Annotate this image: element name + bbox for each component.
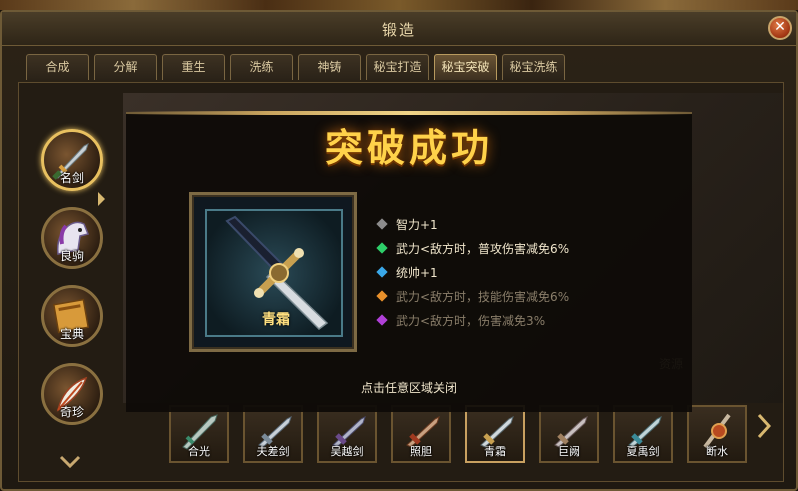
category-label: 宝典 (59, 327, 84, 341)
tab-treasure-refine[interactable]: 秘宝洗练 (502, 54, 565, 80)
attribute-row: 武力<敌方时，普攻伤害减免6% (376, 236, 569, 260)
close-hint[interactable]: 点击任意区域关闭 (126, 379, 692, 396)
item-slot[interactable]: 断水 (687, 405, 747, 463)
slot-label: 断水 (706, 445, 728, 458)
tab-rebirth[interactable]: 重生 (162, 54, 225, 80)
item-display-frame: 青霜 (189, 192, 357, 352)
gem-icon (376, 314, 388, 326)
item-slot[interactable]: 巨阙 (539, 405, 599, 463)
tab-bar: 合成 分解 重生 洗练 神铸 秘宝打造 秘宝突破 秘宝洗练 (26, 54, 565, 80)
gem-icon (376, 242, 388, 254)
attribute-text: 武力<敌方时，技能伤害减免6% (396, 289, 570, 304)
item-slot[interactable]: 照胆 (391, 405, 451, 463)
tab-treasure-breakthrough[interactable]: 秘宝突破 (434, 54, 497, 80)
popup-title: 突破成功 (324, 125, 493, 170)
item-slot-selected[interactable]: 青霜 (465, 405, 525, 463)
tab-treasure-forge[interactable]: 秘宝打造 (366, 54, 429, 80)
popup-top-ornament (126, 111, 692, 115)
attribute-text: 武力<敌方时，普攻伤害减免6% (396, 241, 570, 256)
slot-label: 夏禹剑 (626, 445, 660, 458)
item-slot[interactable]: 夫差剑 (243, 405, 303, 463)
attribute-text: 武力<敌方时，伤害减免3% (396, 313, 546, 328)
category-book[interactable]: 宝典 (41, 285, 103, 347)
item-slot[interactable]: 夏禹剑 (613, 405, 673, 463)
title-bar: 锻造 ✕ (2, 12, 796, 46)
window-title: 锻造 (381, 21, 416, 39)
gem-icon (376, 266, 388, 278)
category-treasure[interactable]: 奇珍 (41, 363, 103, 425)
item-slot[interactable]: 吴越剑 (317, 405, 377, 463)
slot-label: 合光 (188, 445, 210, 458)
gem-icon (376, 218, 388, 230)
top-decor-strip (0, 0, 798, 10)
close-button[interactable]: ✕ (768, 16, 792, 40)
attribute-list: 智力+1 武力<敌方时，普攻伤害减免6% 统帅+1 武力<敌方时，技能伤害减免6… (376, 212, 569, 332)
tab-synthesize[interactable]: 合成 (26, 54, 89, 80)
close-icon: ✕ (774, 19, 786, 35)
tab-decompose[interactable]: 分解 (94, 54, 157, 80)
item-portrait: 青霜 (205, 209, 343, 337)
category-label: 良驹 (59, 249, 84, 263)
tab-refine[interactable]: 洗练 (230, 54, 293, 80)
attribute-row: 统帅+1 (376, 260, 569, 284)
item-slot[interactable]: 合光 (169, 405, 229, 463)
gem-icon (376, 290, 388, 302)
attribute-text: 智力+1 (396, 217, 438, 232)
attribute-row: 武力<敌方时，伤害减免3% (376, 308, 569, 332)
tab-divine-cast[interactable]: 神铸 (298, 54, 361, 80)
attribute-text: 统帅+1 (396, 265, 438, 280)
slot-label: 吴越剑 (330, 445, 364, 458)
category-horse[interactable]: 良驹 (41, 207, 103, 269)
category-label: 名剑 (59, 171, 84, 185)
item-name: 青霜 (262, 312, 290, 328)
attribute-row: 武力<敌方时，技能伤害减免6% (376, 284, 569, 308)
attribute-row: 智力+1 (376, 212, 569, 236)
slot-label: 巨阙 (558, 445, 580, 458)
slot-label: 照胆 (410, 445, 432, 458)
item-slot-row: 合光 夫差剑 吴越剑 照胆 青霜 巨阙 夏禹剑 断水 (169, 405, 747, 463)
active-indicator-arrow (98, 192, 105, 206)
category-label: 奇珍 (59, 405, 84, 419)
slot-label: 青霜 (484, 445, 506, 458)
chevron-down-icon[interactable] (59, 455, 81, 469)
chevron-right-icon[interactable] (757, 413, 771, 439)
category-sword[interactable]: 名剑 (41, 129, 105, 206)
slot-label: 夫差剑 (256, 445, 290, 458)
forge-window: 锻造 ✕ 合成 分解 重生 洗练 神铸 秘宝打造 秘宝突破 秘宝洗练 资源 名剑 (0, 10, 798, 491)
